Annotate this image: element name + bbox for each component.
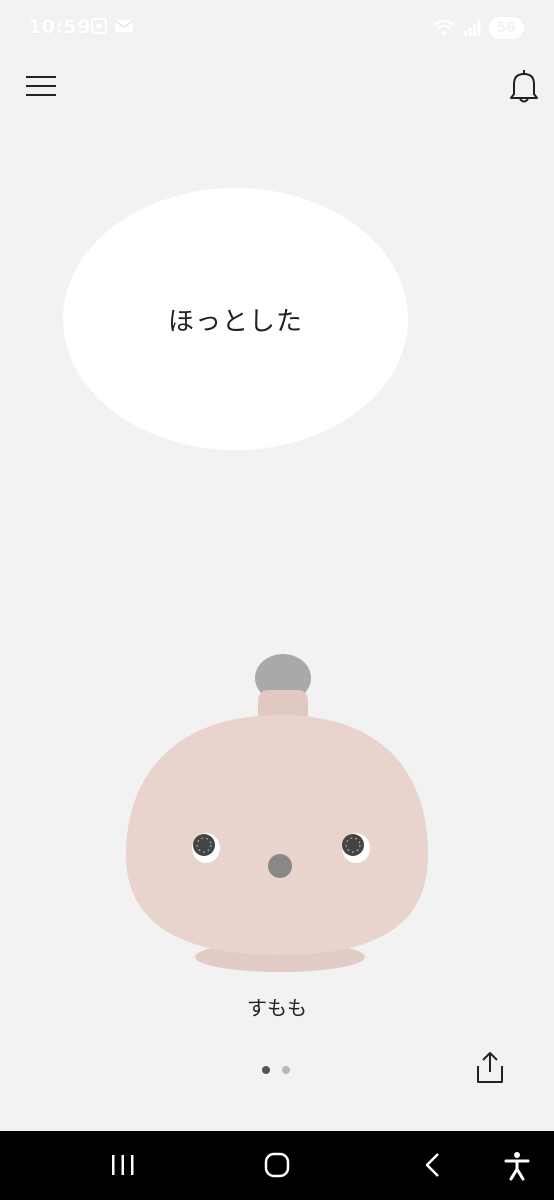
screenshot-icon	[91, 18, 107, 34]
status-right: 56	[432, 17, 524, 39]
character-nose	[268, 854, 292, 878]
mail-icon	[114, 20, 134, 32]
menu-button[interactable]	[26, 72, 58, 100]
home-icon[interactable]	[263, 1151, 291, 1179]
recent-apps-icon[interactable]	[110, 1151, 136, 1179]
hamburger-menu-icon	[26, 76, 56, 96]
accessibility-icon[interactable]	[503, 1151, 531, 1181]
status-bar: 10:59 56	[0, 0, 554, 58]
speech-bubble: ほっとした	[63, 188, 408, 450]
wifi-icon	[432, 20, 455, 35]
page-indicator[interactable]	[262, 1066, 290, 1074]
signal-icon	[463, 20, 481, 36]
back-icon[interactable]	[420, 1151, 444, 1179]
share-icon	[477, 1052, 503, 1083]
character-name: すもも	[247, 996, 307, 1020]
character-left-eye	[193, 834, 215, 856]
speech-bubble-text: ほっとした	[167, 306, 303, 337]
bell-icon	[510, 70, 538, 103]
navigation-bar	[0, 1131, 554, 1200]
notification-button[interactable]	[508, 68, 540, 104]
character-body	[126, 715, 428, 955]
battery-indicator: 56	[488, 17, 524, 39]
page-dot-2[interactable]	[282, 1066, 290, 1074]
share-button[interactable]	[472, 1050, 508, 1086]
page-dot-1[interactable]	[262, 1066, 270, 1074]
character-right-eye	[342, 834, 364, 856]
character-avatar[interactable]	[120, 650, 440, 980]
status-left-icons	[90, 17, 134, 35]
status-time: 10:59	[28, 16, 91, 38]
